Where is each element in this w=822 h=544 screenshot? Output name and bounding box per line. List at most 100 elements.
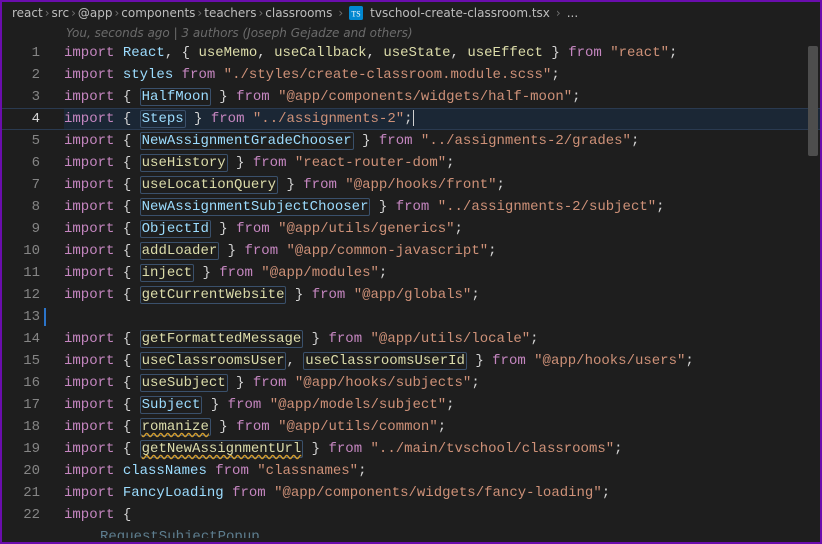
code-line[interactable]: import FancyLoading from "@app/component… (64, 482, 820, 504)
token-kw: import (64, 133, 114, 149)
token-plain: { (114, 441, 139, 457)
code-line[interactable]: import { (64, 504, 820, 526)
code-line[interactable] (64, 306, 820, 328)
code-line[interactable]: import React, { useMemo, useCallback, us… (64, 42, 820, 64)
token-plain: ; (471, 375, 479, 391)
token-kw: import (64, 221, 114, 237)
token-kw: import (64, 375, 114, 391)
code-line[interactable]: import { getFormattedMessage } from "@ap… (64, 328, 820, 350)
breadcrumb-segment[interactable]: react (12, 6, 43, 20)
token-plain: , (257, 45, 274, 61)
token-plain: } (186, 111, 211, 127)
token-plain (362, 331, 370, 347)
line-number: 8 (2, 196, 40, 218)
token-fn: addLoader (140, 242, 220, 260)
code-line[interactable]: import { useSubject } from "@app/hooks/s… (64, 372, 820, 394)
token-plain (114, 45, 122, 61)
code-line[interactable]: import { inject } from "@app/modules"; (64, 262, 820, 284)
line-number-gutter: 12345678910111213141516171819202122 (2, 42, 50, 538)
token-plain: } (303, 441, 328, 457)
token-id: classNames (123, 463, 207, 479)
breadcrumb-segment[interactable]: classrooms (265, 6, 332, 20)
code-line[interactable]: import { romanize } from "@app/utils/com… (64, 416, 820, 438)
token-kw: import (64, 353, 114, 369)
token-kw: from (211, 111, 245, 127)
token-fn: getNewAssignmentUrl (140, 440, 304, 458)
token-plain: , (367, 45, 384, 61)
token-kw: from (329, 441, 363, 457)
token-fn: inject (140, 264, 194, 282)
code-line[interactable]: import { NewAssignmentSubjectChooser } f… (64, 196, 820, 218)
code-line[interactable]: import { HalfMoon } from "@app/component… (64, 86, 820, 108)
token-plain (224, 485, 232, 501)
token-kw: from (219, 265, 253, 281)
code-line[interactable]: import { getCurrentWebsite } from "@app/… (64, 284, 820, 306)
token-plain: ; (404, 111, 412, 127)
token-plain: } (194, 265, 219, 281)
line-number: 2 (2, 64, 40, 86)
token-kw: from (228, 397, 262, 413)
token-id: NewAssignmentGradeChooser (140, 132, 354, 150)
token-kw: import (64, 507, 114, 523)
token-plain (215, 67, 223, 83)
line-number: 1 (2, 42, 40, 64)
scrollbar-thumb[interactable] (808, 46, 818, 156)
token-plain: { (114, 419, 139, 435)
text-cursor (413, 110, 414, 126)
token-kw: import (64, 199, 114, 215)
token-plain: ; (358, 463, 366, 479)
token-plain (249, 463, 257, 479)
token-str: "@app/hooks/users" (534, 353, 685, 369)
token-kw: from (232, 485, 266, 501)
code-line[interactable]: import { useHistory } from "react-router… (64, 152, 820, 174)
line-number: 18 (2, 416, 40, 438)
token-str: "../main/tvschool/classrooms" (371, 441, 615, 457)
code-line[interactable]: import styles from "./styles/create-clas… (64, 64, 820, 86)
token-plain (270, 89, 278, 105)
line-number: 20 (2, 460, 40, 482)
token-fn: useCallback (274, 45, 366, 61)
token-fn: useEffect (467, 45, 543, 61)
token-id: styles (123, 67, 173, 83)
code-editor[interactable]: 12345678910111213141516171819202122 impo… (2, 42, 820, 538)
token-plain: ; (446, 397, 454, 413)
code-line[interactable]: import { addLoader } from "@app/common-j… (64, 240, 820, 262)
code-line[interactable]: import { useClassroomsUser, useClassroom… (64, 350, 820, 372)
breadcrumb-segment[interactable]: teachers (204, 6, 256, 20)
token-plain (244, 111, 252, 127)
code-line[interactable]: import { Subject } from "@app/models/sub… (64, 394, 820, 416)
token-kw: from (329, 331, 363, 347)
code-line[interactable]: import { ObjectId } from "@app/utils/gen… (64, 218, 820, 240)
token-plain: ; (438, 419, 446, 435)
vertical-scrollbar[interactable] (808, 46, 818, 538)
code-line[interactable]: import { Steps } from "../assignments-2"… (64, 108, 820, 130)
code-line[interactable]: import { useLocationQuery } from "@app/h… (64, 174, 820, 196)
line-number: 4 (2, 108, 40, 130)
breadcrumb-segment[interactable]: src (52, 6, 70, 20)
chevron-right-icon: › (258, 6, 263, 20)
token-plain: , (286, 353, 303, 369)
line-number: 5 (2, 130, 40, 152)
token-plain: { (114, 353, 139, 369)
breadcrumb-segment[interactable]: components (121, 6, 195, 20)
token-kw: from (312, 287, 346, 303)
token-plain: } (286, 287, 311, 303)
token-plain: { (114, 111, 139, 127)
token-kw: import (64, 89, 114, 105)
code-area[interactable]: import React, { useMemo, useCallback, us… (50, 42, 820, 538)
breadcrumb-file[interactable]: tvschool-create-classroom.tsx (370, 6, 550, 20)
token-plain: ; (669, 45, 677, 61)
breadcrumb-segment[interactable]: @app (78, 6, 113, 20)
breadcrumb-tail[interactable]: ... (567, 6, 578, 20)
code-line[interactable]: RequestSubjectPopup (64, 526, 820, 538)
token-plain: { (114, 133, 139, 149)
line-number: 13 (2, 306, 40, 328)
token-str: "@app/utils/generics" (278, 221, 454, 237)
code-line[interactable]: import classNames from "classnames"; (64, 460, 820, 482)
typescript-file-icon: TS (349, 6, 363, 20)
line-number: 22 (2, 504, 40, 526)
breadcrumb-items[interactable]: react›src›@app›components›teachers›class… (12, 6, 332, 20)
code-line[interactable]: import { NewAssignmentGradeChooser } fro… (64, 130, 820, 152)
token-id: HalfMoon (140, 88, 211, 106)
code-line[interactable]: import { getNewAssignmentUrl } from "../… (64, 438, 820, 460)
